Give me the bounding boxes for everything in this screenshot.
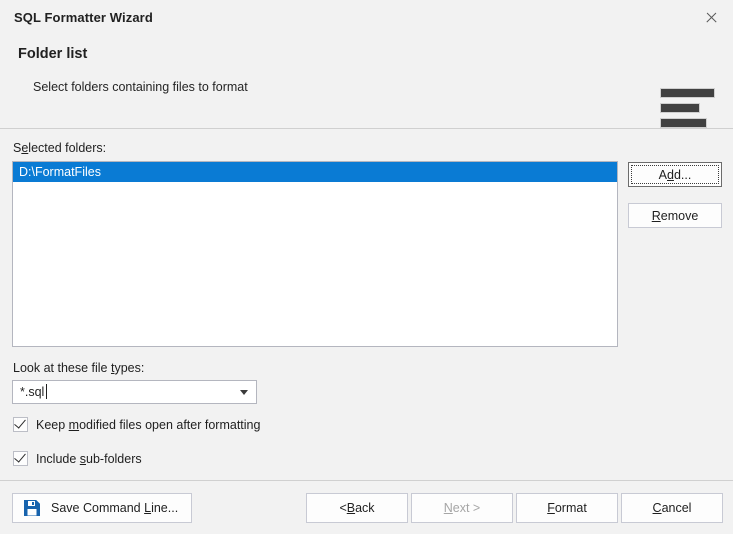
keep-modified-files-open-checkbox[interactable] bbox=[13, 416, 28, 432]
selected-folders-label-post: lected folders: bbox=[28, 141, 107, 155]
text-cursor bbox=[46, 384, 47, 399]
include-sub-folders-label: Include sub-folders bbox=[36, 452, 142, 466]
add-button-accel: d bbox=[667, 167, 674, 182]
floppy-disk-save-icon bbox=[24, 500, 40, 516]
save-cmd-post: ine... bbox=[151, 501, 179, 515]
back-accel: B bbox=[346, 501, 356, 515]
cancel-post: ancel bbox=[661, 501, 692, 515]
remove-button-post: emove bbox=[660, 208, 699, 223]
format-post: ormat bbox=[554, 501, 587, 515]
add-button-post: d... bbox=[673, 167, 692, 182]
format-button[interactable]: Format bbox=[516, 493, 618, 523]
file-types-combobox[interactable]: *.sql bbox=[12, 380, 257, 404]
save-command-line-text: Save Command Line... bbox=[51, 501, 178, 515]
next-accel: N bbox=[443, 501, 453, 515]
next-button[interactable]: Next > bbox=[411, 493, 513, 523]
keep-modified-label-pre: Keep bbox=[36, 417, 69, 432]
include-sub-folders-label-post: ub-folders bbox=[86, 451, 142, 466]
format-lines-icon-bar-3 bbox=[660, 118, 707, 128]
keep-modified-label-accel: m bbox=[68, 417, 80, 432]
format-accel: F bbox=[547, 501, 555, 515]
include-sub-folders-checkbox-row[interactable]: Include sub-folders bbox=[13, 450, 142, 466]
format-lines-icon-bar-1 bbox=[660, 88, 715, 98]
include-sub-folders-checkbox[interactable] bbox=[13, 450, 28, 466]
format-lines-icon-bar-2 bbox=[660, 103, 700, 113]
close-button[interactable] bbox=[687, 0, 733, 34]
add-folder-button[interactable]: Ad d... bbox=[628, 162, 722, 187]
dialog-body: Selected folders: D:\FormatFiles Ad d... … bbox=[0, 129, 733, 480]
save-cmd-pre: Save Command bbox=[51, 501, 145, 515]
page-subtitle: Select folders containing files to forma… bbox=[33, 80, 248, 94]
keep-modified-files-open-label: Keep modified files open after formattin… bbox=[36, 418, 260, 432]
next-post: ext > bbox=[452, 501, 481, 515]
window-title: SQL Formatter Wizard bbox=[14, 10, 153, 25]
close-icon bbox=[705, 12, 716, 23]
file-types-label: Look at these file types: bbox=[13, 361, 144, 375]
keep-modified-label-post: odified files open after formatting bbox=[79, 417, 261, 432]
wizard-header: Folder list Select folders containing fi… bbox=[0, 36, 733, 143]
remove-button-accel: R bbox=[651, 208, 661, 223]
back-pre: < bbox=[339, 501, 347, 515]
cancel-accel: C bbox=[652, 501, 662, 515]
back-button[interactable]: < Back bbox=[306, 493, 408, 523]
list-item[interactable]: D:\FormatFiles bbox=[13, 162, 617, 182]
chevron-down-icon[interactable] bbox=[232, 381, 256, 403]
selected-folders-listbox[interactable]: D:\FormatFiles bbox=[12, 161, 618, 347]
remove-folder-button[interactable]: Remove bbox=[628, 203, 722, 228]
page-title: Folder list bbox=[18, 46, 88, 62]
checkmark-icon bbox=[14, 416, 26, 429]
selected-folders-label: Selected folders: bbox=[13, 141, 106, 155]
include-sub-folders-label-pre: Include bbox=[36, 451, 80, 466]
add-button-pre: A bbox=[658, 167, 667, 182]
checkmark-icon bbox=[14, 450, 26, 463]
title-bar: SQL Formatter Wizard bbox=[0, 0, 733, 36]
file-types-label-pre: Look at these file bbox=[13, 361, 111, 375]
dialog-footer: Save Command Line... < Back Next > Forma… bbox=[0, 481, 733, 534]
cancel-button[interactable]: Cancel bbox=[621, 493, 723, 523]
file-types-label-post: ypes: bbox=[114, 361, 145, 375]
sql-formatter-wizard-dialog: SQL Formatter Wizard Folder list Select … bbox=[0, 0, 733, 534]
keep-modified-files-open-checkbox-row[interactable]: Keep modified files open after formattin… bbox=[13, 416, 260, 432]
save-command-line-button[interactable]: Save Command Line... bbox=[12, 493, 192, 523]
back-post: ack bbox=[355, 501, 375, 515]
